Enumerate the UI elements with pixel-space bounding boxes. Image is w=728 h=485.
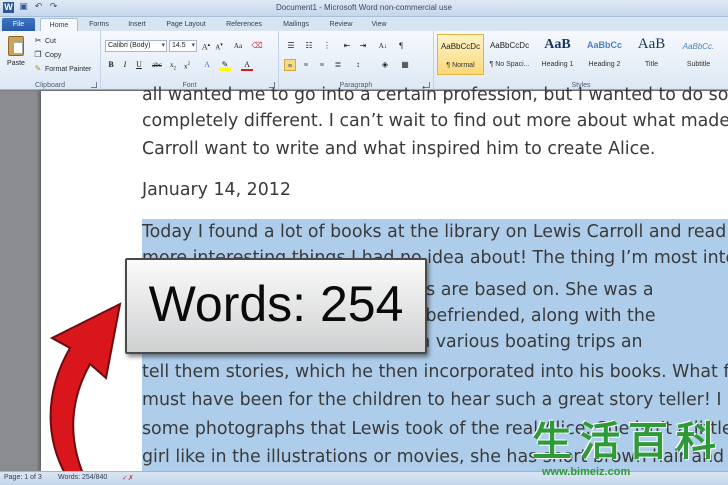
copy-button[interactable]: ❐ Copy xyxy=(33,49,61,61)
style-normal-name: ¶ Normal xyxy=(446,62,475,69)
paintbrush-icon: ✎ xyxy=(34,64,42,73)
style-heading-1[interactable]: AaB Heading 1 xyxy=(534,34,581,75)
tab-file[interactable]: File xyxy=(2,18,35,31)
text-effects-icon[interactable]: A xyxy=(201,59,213,71)
word-window: W ▣ ↶ ↷ Document1 - Microsoft Word non-c… xyxy=(0,0,728,485)
shrink-font-icon[interactable]: A▾ xyxy=(213,40,225,52)
bold-icon[interactable]: B xyxy=(105,59,117,71)
status-word-count[interactable]: Words: 254/840 xyxy=(58,474,107,481)
scissors-icon: ✂ xyxy=(34,36,42,45)
title-bar: W ▣ ↶ ↷ Document1 - Microsoft Word non-c… xyxy=(0,0,728,17)
clipboard-group-label: Clipboard xyxy=(35,82,65,89)
decrease-indent-icon[interactable]: ⇤ xyxy=(341,40,353,52)
style-no-spacing[interactable]: AaBbCcDc ¶ No Spaci... xyxy=(486,34,533,75)
style-title-name: Title xyxy=(645,61,658,68)
align-center-icon[interactable]: ≡ xyxy=(300,59,312,71)
style-subtitle[interactable]: AaBbCc. Subtitle xyxy=(675,34,722,75)
style-normal[interactable]: AaBbCcDc ¶ Normal xyxy=(437,34,484,75)
change-case-icon[interactable]: Aa xyxy=(232,40,244,52)
word-count-callout-text: Words: 254 xyxy=(148,276,404,332)
style-heading-1-sample: AaB xyxy=(544,37,571,52)
status-page[interactable]: Page: 1 of 3 xyxy=(4,474,42,481)
clear-format-icon[interactable]: ⌫ xyxy=(251,40,263,52)
strikethrough-icon[interactable]: abc xyxy=(151,59,163,71)
clipboard-group: Paste ✂ Cut ❐ Copy ✎ Format Painter Clipboa… xyxy=(0,31,101,90)
paste-icon xyxy=(8,36,24,56)
watermark-url: www.bimeiz.com xyxy=(542,466,631,478)
paste-button[interactable]: Paste xyxy=(3,34,29,74)
format-painter-button[interactable]: ✎ Format Painter xyxy=(33,63,92,75)
doc-line[interactable]: Carroll want to write and what inspired … xyxy=(142,136,655,162)
cut-button[interactable]: ✂ Cut xyxy=(33,35,56,47)
doc-line[interactable]: must have been for the children to hear … xyxy=(142,387,728,413)
style-title-sample: AaB xyxy=(637,36,666,52)
font-color-icon[interactable]: A xyxy=(241,59,253,71)
watermark-logo-icon: 百 xyxy=(628,419,668,465)
numbering-icon[interactable]: ☷ xyxy=(303,40,315,52)
line-spacing-icon[interactable]: ↕ xyxy=(352,59,364,71)
show-formatting-icon[interactable]: ¶ xyxy=(395,40,407,52)
tab-page-layout[interactable]: Page Layout xyxy=(162,18,210,31)
highlight-icon[interactable]: ✎ xyxy=(219,59,231,71)
style-no-spacing-sample: AaBbCcDc xyxy=(489,41,530,50)
watermark-logo-icon: 生 xyxy=(532,419,572,465)
proofing-icon[interactable]: ✓✗ xyxy=(122,474,134,482)
tab-home[interactable]: Home xyxy=(40,18,78,31)
copy-icon: ❐ xyxy=(34,50,42,59)
doc-date-line[interactable]: January 14, 2012 xyxy=(142,177,291,203)
italic-icon[interactable]: I xyxy=(119,59,131,71)
cut-label: Cut xyxy=(45,37,56,45)
font-name-combo[interactable]: Calibri (Body) xyxy=(105,40,167,52)
ribbon-tabs: File Home Forms Insert Page Layout Refer… xyxy=(0,17,728,31)
tab-forms[interactable]: Forms xyxy=(86,18,112,31)
tab-mailings[interactable]: Mailings xyxy=(279,18,313,31)
grow-font-icon[interactable]: A▴ xyxy=(200,40,212,52)
doc-line[interactable]: Today I found a lot of books at the libr… xyxy=(142,219,728,245)
shading-icon[interactable]: ◈ xyxy=(379,59,391,71)
copy-label: Copy xyxy=(45,51,62,59)
style-heading-2[interactable]: AaBbCc Heading 2 xyxy=(581,34,628,75)
borders-icon[interactable]: ▦ xyxy=(399,59,411,71)
doc-line[interactable]: all wanted me to go into a certain profe… xyxy=(142,82,728,108)
font-size-combo[interactable]: 14.5 xyxy=(169,40,197,52)
window-title: Document1 - Microsoft Word non-commercia… xyxy=(276,3,452,12)
red-arrow-icon xyxy=(49,302,122,485)
multilevel-list-icon[interactable]: ⋮ xyxy=(321,40,333,52)
style-heading-2-sample: AaBbCc xyxy=(586,40,622,50)
tab-references[interactable]: References xyxy=(222,18,266,31)
style-heading-1-name: Heading 1 xyxy=(541,61,574,68)
doc-line[interactable]: tell them stories, which he then incorpo… xyxy=(142,359,728,385)
style-title[interactable]: AaB Title xyxy=(628,34,675,75)
sort-icon[interactable]: A↓ xyxy=(377,40,389,52)
format-painter-label: Format Painter xyxy=(45,65,92,73)
style-heading-2-name: Heading 2 xyxy=(588,61,621,68)
superscript-icon[interactable]: x2 xyxy=(181,59,193,71)
tab-review[interactable]: Review xyxy=(326,18,356,31)
style-normal-sample: AaBbCcDc xyxy=(440,42,481,51)
subscript-icon[interactable]: x2 xyxy=(167,59,179,71)
style-subtitle-name: Subtitle xyxy=(686,61,711,68)
increase-indent-icon[interactable]: ⇥ xyxy=(357,40,369,52)
paste-label: Paste xyxy=(7,60,25,67)
style-subtitle-sample: AaBbCc. xyxy=(682,42,715,51)
style-no-spacing-name: ¶ No Spaci... xyxy=(489,61,530,68)
tab-insert[interactable]: Insert xyxy=(124,18,150,31)
bullets-icon[interactable]: ☰ xyxy=(285,40,297,52)
site-watermark: 生 活 百 科 www.bimeiz.com xyxy=(530,420,728,485)
justify-icon[interactable]: ≣ xyxy=(332,59,344,71)
align-left-icon[interactable]: ≡ xyxy=(284,59,296,71)
watermark-logo-icon: 活 xyxy=(580,419,620,465)
doc-line[interactable]: completely different. I can’t wait to fi… xyxy=(142,108,728,134)
tab-view[interactable]: View xyxy=(367,18,391,31)
clipboard-launcher-icon[interactable] xyxy=(91,82,97,88)
underline-icon[interactable]: U xyxy=(133,59,145,71)
word-count-callout: Words: 254 xyxy=(125,258,427,354)
align-right-icon[interactable]: ≡ xyxy=(316,59,328,71)
watermark-logo-icon: 科 xyxy=(676,419,716,465)
